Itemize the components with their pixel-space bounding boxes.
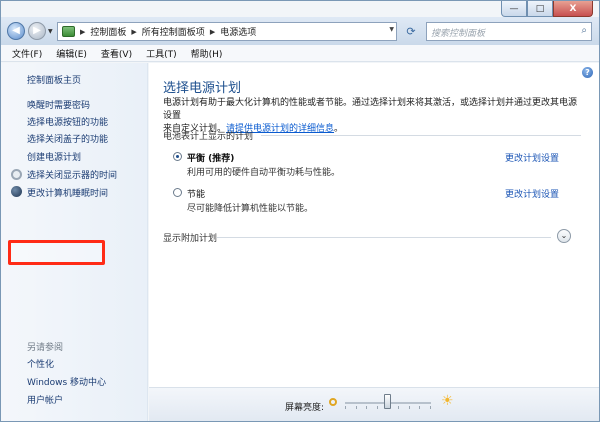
chevron-right-icon[interactable]: ▶ [210,28,215,36]
menu-edit[interactable]: 编辑(E) [49,47,94,60]
maximize-button[interactable]: □ [527,1,553,17]
display-icon [11,169,22,180]
sidebar-item-sleep-time[interactable]: 更改计算机睡眠时间 [27,186,108,199]
bright-sun-icon: ☀ [441,393,454,409]
plan-balanced-desc: 利用可用的硬件自动平衡功耗与性能。 [187,168,341,178]
intro-line-1: 电源计划有助于最大化计算机的性能或者节能。通过选择计划来将其激活，或选择计划并通… [163,98,578,121]
recent-pages-dropdown-icon[interactable]: ▼ [48,28,53,35]
breadcrumb-power-options[interactable]: 电源选项 [220,25,256,38]
close-icon: X [569,4,577,14]
breadcrumb-control-panel[interactable]: 控制面板 [90,25,126,38]
close-button[interactable]: X [553,1,593,17]
menu-view[interactable]: 查看(V) [94,47,139,60]
search-input[interactable]: 搜索控制面板 ⌕ [426,22,592,41]
back-button[interactable]: ◀ [7,22,25,40]
maximize-icon: □ [535,4,545,14]
back-arrow-icon: ◀ [12,25,20,36]
brightness-label: 屏幕亮度: [285,403,325,413]
address-dropdown-icon[interactable]: ▼ [389,26,394,33]
window-caption-buttons: — □ X [501,1,593,17]
forward-arrow-icon: ▶ [33,25,41,36]
sleep-moon-icon [11,186,22,197]
chevron-down-icon[interactable]: ⌄ [557,229,571,243]
dim-sun-icon [329,398,337,406]
plan-balanced-settings-link[interactable]: 更改计划设置 [505,151,559,164]
plan-power-saver-desc: 尽可能降低计算机性能以节能。 [187,204,314,214]
plan-power-saver-name[interactable]: 节能 [187,187,205,200]
sidebar-item-create-plan[interactable]: 创建电源计划 [27,150,81,163]
brightness-bar: 屏幕亮度: ☀ [149,387,599,421]
refresh-icon[interactable]: ⟳ [403,24,419,40]
sidebar-item-personalization[interactable]: 个性化 [27,357,54,370]
chevron-right-icon[interactable]: ▶ [131,28,136,36]
additional-plans-divider [217,237,551,238]
sidebar-item-home[interactable]: 控制面板主页 [27,73,81,86]
help-icon[interactable]: ? [582,67,593,78]
sidebar-item-user-accounts[interactable]: 用户帐户 [27,393,63,406]
plan-balanced-radio[interactable] [173,152,182,161]
battery-meter-section-heading: 电池表计上显示的计划 [163,132,254,142]
address-bar[interactable]: ▶ 控制面板 ▶ 所有控制面板项 ▶ 电源选项 ▼ [57,22,397,41]
search-placeholder: 搜索控制面板 [431,29,486,39]
minimize-icon: — [509,4,519,14]
main-content: ? 选择电源计划 电源计划有助于最大化计算机的性能或者节能。通过选择计划来将其激… [149,63,599,421]
menu-file[interactable]: 文件(F) [5,47,49,60]
address-row: ◀ ▶ ▼ ▶ 控制面板 ▶ 所有控制面板项 ▶ 电源选项 ▼ ⟳ 搜索控制面板… [1,17,599,45]
sidebar-item-power-button[interactable]: 选择电源按钮的功能 [27,115,108,128]
highlight-box [8,240,105,265]
menu-bar: 文件(F) 编辑(E) 查看(V) 工具(T) 帮助(H) [1,45,599,62]
intro-suffix: 。 [334,124,344,134]
control-panel-icon [62,26,75,37]
forward-button[interactable]: ▶ [28,22,46,40]
plan-power-saver-settings-link[interactable]: 更改计划设置 [505,187,559,200]
brightness-slider-thumb[interactable] [383,394,391,409]
control-panel-window: — □ X ◀ ▶ ▼ ▶ 控制面板 ▶ 所有控制面板项 ▶ 电源选项 ▼ ⟳ … [0,0,600,422]
sidebar-item-wake-password[interactable]: 唤醒时需要密码 [27,98,90,111]
minimize-button[interactable]: — [501,1,527,17]
sidebar-item-mobility-center[interactable]: Windows 移动中心 [27,375,106,388]
menu-tools[interactable]: 工具(T) [139,47,184,60]
see-also-heading: 另请参阅 [27,343,64,353]
plan-balanced-name[interactable]: 平衡 (推荐) [187,151,234,164]
menu-help[interactable]: 帮助(H) [184,47,230,60]
breadcrumb-all-items[interactable]: 所有控制面板项 [142,25,205,38]
page-title: 选择电源计划 [163,81,242,96]
show-additional-plans-label[interactable]: 显示附加计划 [163,231,217,244]
chevron-right-icon[interactable]: ▶ [80,28,85,36]
sidebar-item-display-off[interactable]: 选择关闭显示器的时间 [27,168,117,181]
navigation-pane: 控制面板主页 唤醒时需要密码 选择电源按钮的功能 选择关闭盖子的功能 创建电源计… [1,63,148,421]
section-divider [261,135,581,136]
search-icon[interactable]: ⌕ [581,25,587,36]
plan-power-saver-radio[interactable] [173,188,182,197]
sidebar-item-lid-close[interactable]: 选择关闭盖子的功能 [27,132,108,145]
